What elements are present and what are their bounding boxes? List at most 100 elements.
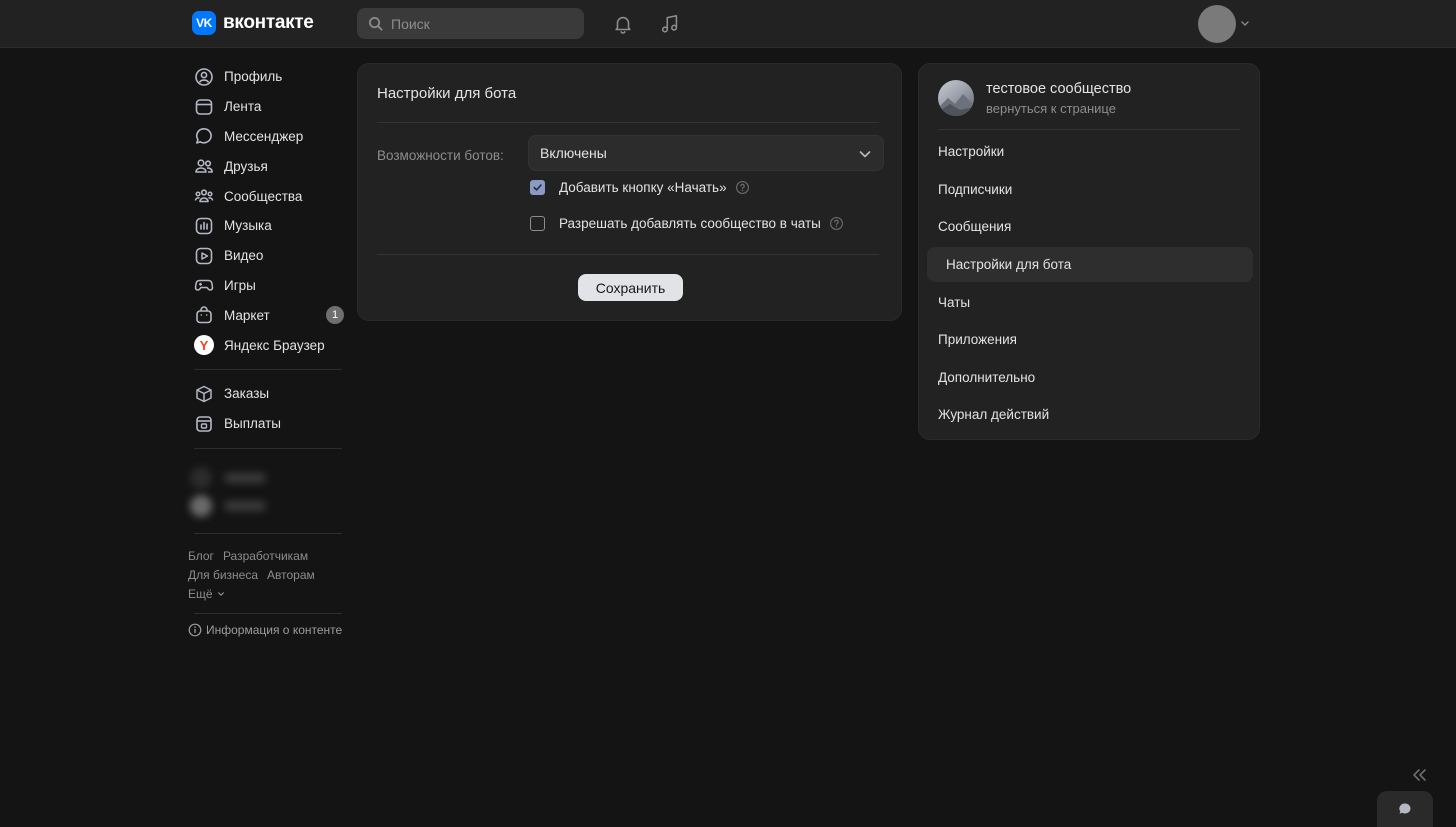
menu-item-action-log[interactable]: Журнал действий [938, 405, 1049, 425]
sidebar-item-yandex-browser[interactable]: Y Яндекс Браузер [188, 330, 348, 360]
collapse-chevrons-icon[interactable] [1411, 768, 1427, 782]
logo-text: вконтакте [223, 12, 314, 33]
divider [194, 612, 342, 614]
menu-item-messages[interactable]: Сообщения [938, 217, 1011, 237]
sidebar-item-label: Сообщества [224, 188, 303, 204]
divider [377, 254, 879, 255]
chat-button[interactable] [1377, 791, 1433, 827]
chevron-down-icon[interactable] [1240, 18, 1250, 28]
sidebar-item-video[interactable]: Видео [188, 241, 348, 271]
checkmark-icon [533, 184, 542, 191]
chat-bubble-icon [1399, 803, 1411, 814]
message-icon [195, 128, 212, 145]
start-button-checkbox[interactable] [530, 180, 545, 195]
divider [194, 532, 342, 534]
bot-capabilities-select[interactable]: Включены [528, 135, 884, 171]
music-note-icon [661, 14, 678, 33]
music-player-button[interactable] [658, 12, 682, 36]
sidebar-item-label: Лента [224, 99, 262, 115]
allow-chats-checkbox[interactable] [530, 216, 545, 231]
sidebar-item-label: Игры [224, 277, 256, 293]
search-box[interactable] [357, 8, 584, 39]
help-icon[interactable] [829, 216, 844, 231]
page-title: Настройки для бота [377, 85, 517, 102]
friends-icon [195, 159, 213, 174]
sidebar-item-profile[interactable]: Профиль [188, 62, 348, 92]
sidebar-item-payouts[interactable]: Выплаты [188, 409, 348, 439]
payout-icon [196, 415, 212, 432]
mountain-image-icon [938, 94, 974, 116]
blurred-row [190, 492, 348, 520]
user-avatar[interactable] [1198, 5, 1236, 43]
blurred-groups[interactable] [188, 458, 348, 528]
sidebar-item-label: Яндекс Браузер [224, 337, 325, 353]
more-link[interactable]: Ещё [188, 585, 348, 604]
sidebar-item-label: Профиль [224, 69, 283, 85]
blog-link[interactable]: Блог [188, 549, 214, 563]
more-label: Ещё [188, 586, 213, 601]
blurred-avatar [190, 466, 212, 489]
sidebar-item-games[interactable]: Игры [188, 271, 348, 301]
search-icon [369, 17, 383, 31]
blurred-text [224, 472, 266, 483]
sidebar-item-friends[interactable]: Друзья [188, 151, 348, 181]
sidebar-item-label: Заказы [224, 386, 270, 402]
video-icon [195, 247, 213, 264]
chevron-down-icon [217, 591, 224, 596]
bag-icon [196, 306, 212, 324]
sidebar-item-feed[interactable]: Лента [188, 92, 348, 122]
info-icon [188, 623, 202, 636]
blurred-avatar [190, 494, 212, 517]
sidebar-item-communities[interactable]: Сообщества [188, 181, 348, 211]
blurred-text [224, 500, 266, 511]
user-circle-icon [195, 68, 213, 86]
notifications-button[interactable] [611, 12, 635, 36]
gamepad-icon [194, 280, 214, 292]
sidebar-item-label: Маркет [224, 307, 270, 323]
vk-logo[interactable]: VK вконтакте [192, 11, 314, 35]
community-avatar[interactable] [938, 80, 974, 116]
sidebar-item-market[interactable]: Маркет 1 [188, 300, 348, 330]
start-button-label: Добавить кнопку «Начать» [559, 180, 727, 195]
divider [938, 129, 1240, 130]
chevron-down-icon [859, 151, 871, 158]
start-button-option[interactable]: Добавить кнопку «Начать» [530, 180, 750, 195]
business-link[interactable]: Для бизнеса [188, 568, 258, 582]
sidebar-item-label: Друзья [224, 158, 268, 174]
menu-item-chats[interactable]: Чаты [938, 293, 970, 313]
bot-settings-panel: Настройки для бота Возможности ботов: Вк… [357, 63, 902, 321]
sidebar-item-orders[interactable]: Заказы [188, 379, 348, 409]
menu-item-bot-settings[interactable]: Настройки для бота [927, 247, 1253, 282]
menu-item-subscribers[interactable]: Подписчики [938, 180, 1012, 200]
save-button[interactable]: Сохранить [578, 274, 683, 301]
sidebar-item-label: Музыка [224, 218, 272, 234]
menu-item-apps[interactable]: Приложения [938, 330, 1017, 350]
developers-link[interactable]: Разработчикам [223, 549, 308, 563]
menu-item-settings[interactable]: Настройки [938, 142, 1004, 162]
sidebar-item-label: Видео [224, 248, 264, 264]
allow-chats-label: Разрешать добавлять сообщество в чаты [559, 216, 821, 231]
sidebar-item-messenger[interactable]: Мессенджер [188, 122, 348, 152]
community-name[interactable]: тестовое сообщество [986, 81, 1131, 97]
community-menu-panel: тестовое сообщество вернуться к странице… [918, 63, 1260, 440]
notification-badge: 1 [326, 306, 344, 325]
sidebar-item-label: Выплаты [224, 416, 281, 432]
sidebar-item-label: Мессенджер [224, 128, 304, 144]
communities-icon [194, 189, 214, 203]
top-header: VK вконтакте [0, 0, 1456, 48]
select-value: Включены [540, 145, 607, 161]
bell-icon [615, 16, 631, 34]
box-icon [196, 385, 212, 403]
bot-capabilities-label: Возможности ботов: [377, 148, 504, 163]
menu-item-advanced[interactable]: Дополнительно [938, 368, 1035, 388]
divider [377, 122, 879, 123]
content-info-link[interactable]: Информация о контенте [188, 623, 348, 637]
sidebar-item-music[interactable]: Музыка [188, 211, 348, 241]
back-to-page-link[interactable]: вернуться к странице [986, 101, 1116, 116]
blurred-row [190, 464, 348, 492]
help-icon[interactable] [735, 180, 750, 195]
authors-link[interactable]: Авторам [267, 568, 315, 582]
allow-chats-option[interactable]: Разрешать добавлять сообщество в чаты [530, 216, 844, 231]
vk-logo-icon: VK [192, 11, 216, 35]
search-input[interactable] [391, 15, 571, 32]
